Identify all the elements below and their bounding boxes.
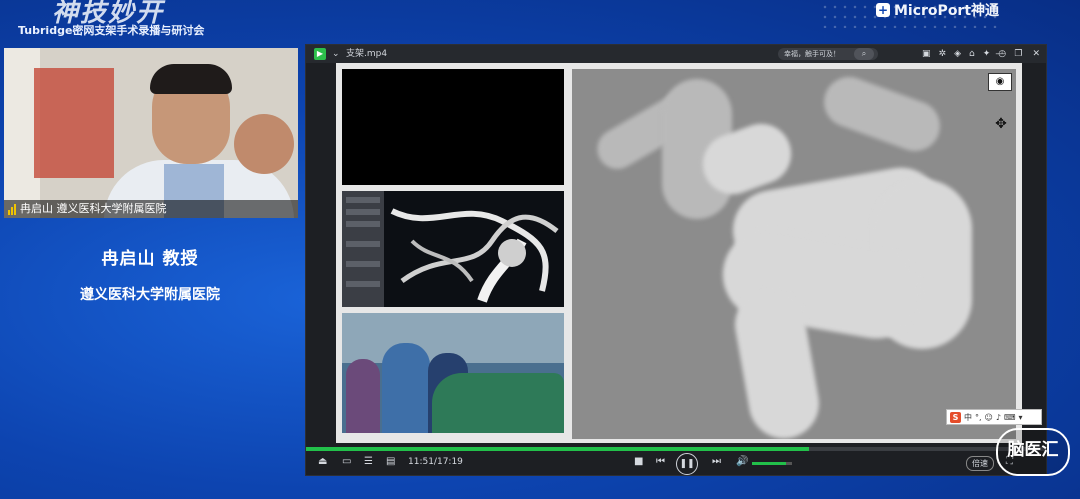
video-frame[interactable]: ◉ ✥ (336, 63, 1022, 443)
subtitle-icon[interactable]: ▭ (342, 456, 351, 467)
tools-icon[interactable]: ✦ (983, 45, 991, 63)
video-pane-dsa-fluoroscopy: ◉ ✥ (572, 69, 1016, 439)
player-toolbar: ▣ ✲ ◈ ⌂ ✦ ◷ (922, 45, 1006, 63)
next-icon[interactable]: ⏭ (712, 456, 721, 467)
event-subtitle: Tubridge密网支架手术录播与研讨会 (18, 24, 205, 37)
time-display: 11:51/17:19 (408, 457, 463, 467)
playlist-icon[interactable]: ☰ (364, 456, 373, 467)
vessel-3d-render (390, 208, 559, 303)
chinese-mode-icon[interactable]: 中 (964, 412, 972, 423)
video-pane-operating-room (342, 313, 564, 433)
speaker-video-figure (94, 64, 294, 218)
player-logo-icon[interactable]: ▶ (314, 48, 326, 60)
skin-icon[interactable]: ◈ (954, 45, 961, 63)
window-controls: — ❐ ✕ (995, 45, 1040, 63)
eject-icon[interactable]: ⏏ (318, 456, 327, 467)
keyboard-icon[interactable]: ⌨ (1004, 413, 1016, 422)
volume-slider[interactable] (752, 462, 792, 465)
stop-icon[interactable]: ■ (634, 456, 643, 467)
brand-name: MicroPort神通 (894, 3, 1000, 19)
screenshot-icon[interactable]: ▣ (922, 45, 931, 63)
sogou-icon[interactable]: S (950, 411, 961, 423)
emoji-icon[interactable]: ☺ (985, 413, 993, 422)
cast-icon[interactable]: ⌂ (969, 45, 975, 63)
video-pane-blank (342, 69, 564, 185)
pause-button[interactable]: ❚❚ (676, 453, 698, 475)
minimize-icon[interactable]: — (995, 45, 1004, 63)
input-method-toolbar[interactable]: S 中 °, ☺ ♪ ⌨ ▾ (946, 409, 1042, 425)
chat-icon[interactable]: ▤ (386, 456, 395, 467)
brand-cross-icon: + (876, 3, 890, 17)
punctuation-icon[interactable]: °, (975, 413, 982, 422)
file-name: 支架.mp4 (346, 49, 388, 59)
top-banner: 神技妙开 Tubridge密网支架手术录播与研讨会 + MicroPort神通 (0, 0, 1080, 44)
close-icon[interactable]: ✕ (1032, 45, 1040, 63)
settings-icon[interactable]: ✲ (939, 45, 947, 63)
speaker-webcam (4, 48, 298, 218)
volume-fill (752, 462, 786, 465)
eye-icon[interactable]: ◉ (988, 73, 1012, 91)
player-controls: ⏏ ▭ ☰ ▤ 11:51/17:19 ■ ⏮ ❚❚ ⏭ 🔊 倍速 ⛶ (306, 451, 1046, 475)
search-icon[interactable]: ⌕ (854, 48, 874, 60)
player-titlebar[interactable]: ▶ ⌄ 支架.mp4 幸福，触手可及！ ⌕ ▣ ✲ ◈ ⌂ ✦ ◷ — ❐ ✕ (306, 45, 1046, 63)
speaker-name: 冉启山 教授 (101, 249, 199, 269)
speed-button[interactable]: 倍速 (966, 456, 994, 471)
speaker-organization: 遵义医科大学附属医院 (80, 287, 220, 303)
video-pane-3d-angiography (342, 191, 564, 307)
signal-icon (8, 203, 16, 215)
skin-toolbar-icon[interactable]: ▾ (1019, 413, 1023, 422)
chevron-down-icon[interactable]: ⌄ (332, 45, 340, 63)
restore-icon[interactable]: ❐ (1014, 45, 1022, 63)
move-icon[interactable]: ✥ (992, 115, 1010, 133)
video-player-window[interactable]: ▶ ⌄ 支架.mp4 幸福，触手可及！ ⌕ ▣ ✲ ◈ ⌂ ✦ ◷ — ❐ ✕ (305, 44, 1047, 476)
webcam-name-label: 冉启山 遵义医科大学附属医院 (4, 200, 298, 218)
watermark-logo: 脑医汇 (996, 428, 1070, 476)
microphone-icon[interactable]: ♪ (996, 413, 1001, 422)
previous-icon[interactable]: ⏮ (656, 456, 665, 467)
volume-icon[interactable]: 🔊 (736, 456, 748, 467)
brand-logo: + MicroPort神通 (876, 0, 999, 20)
